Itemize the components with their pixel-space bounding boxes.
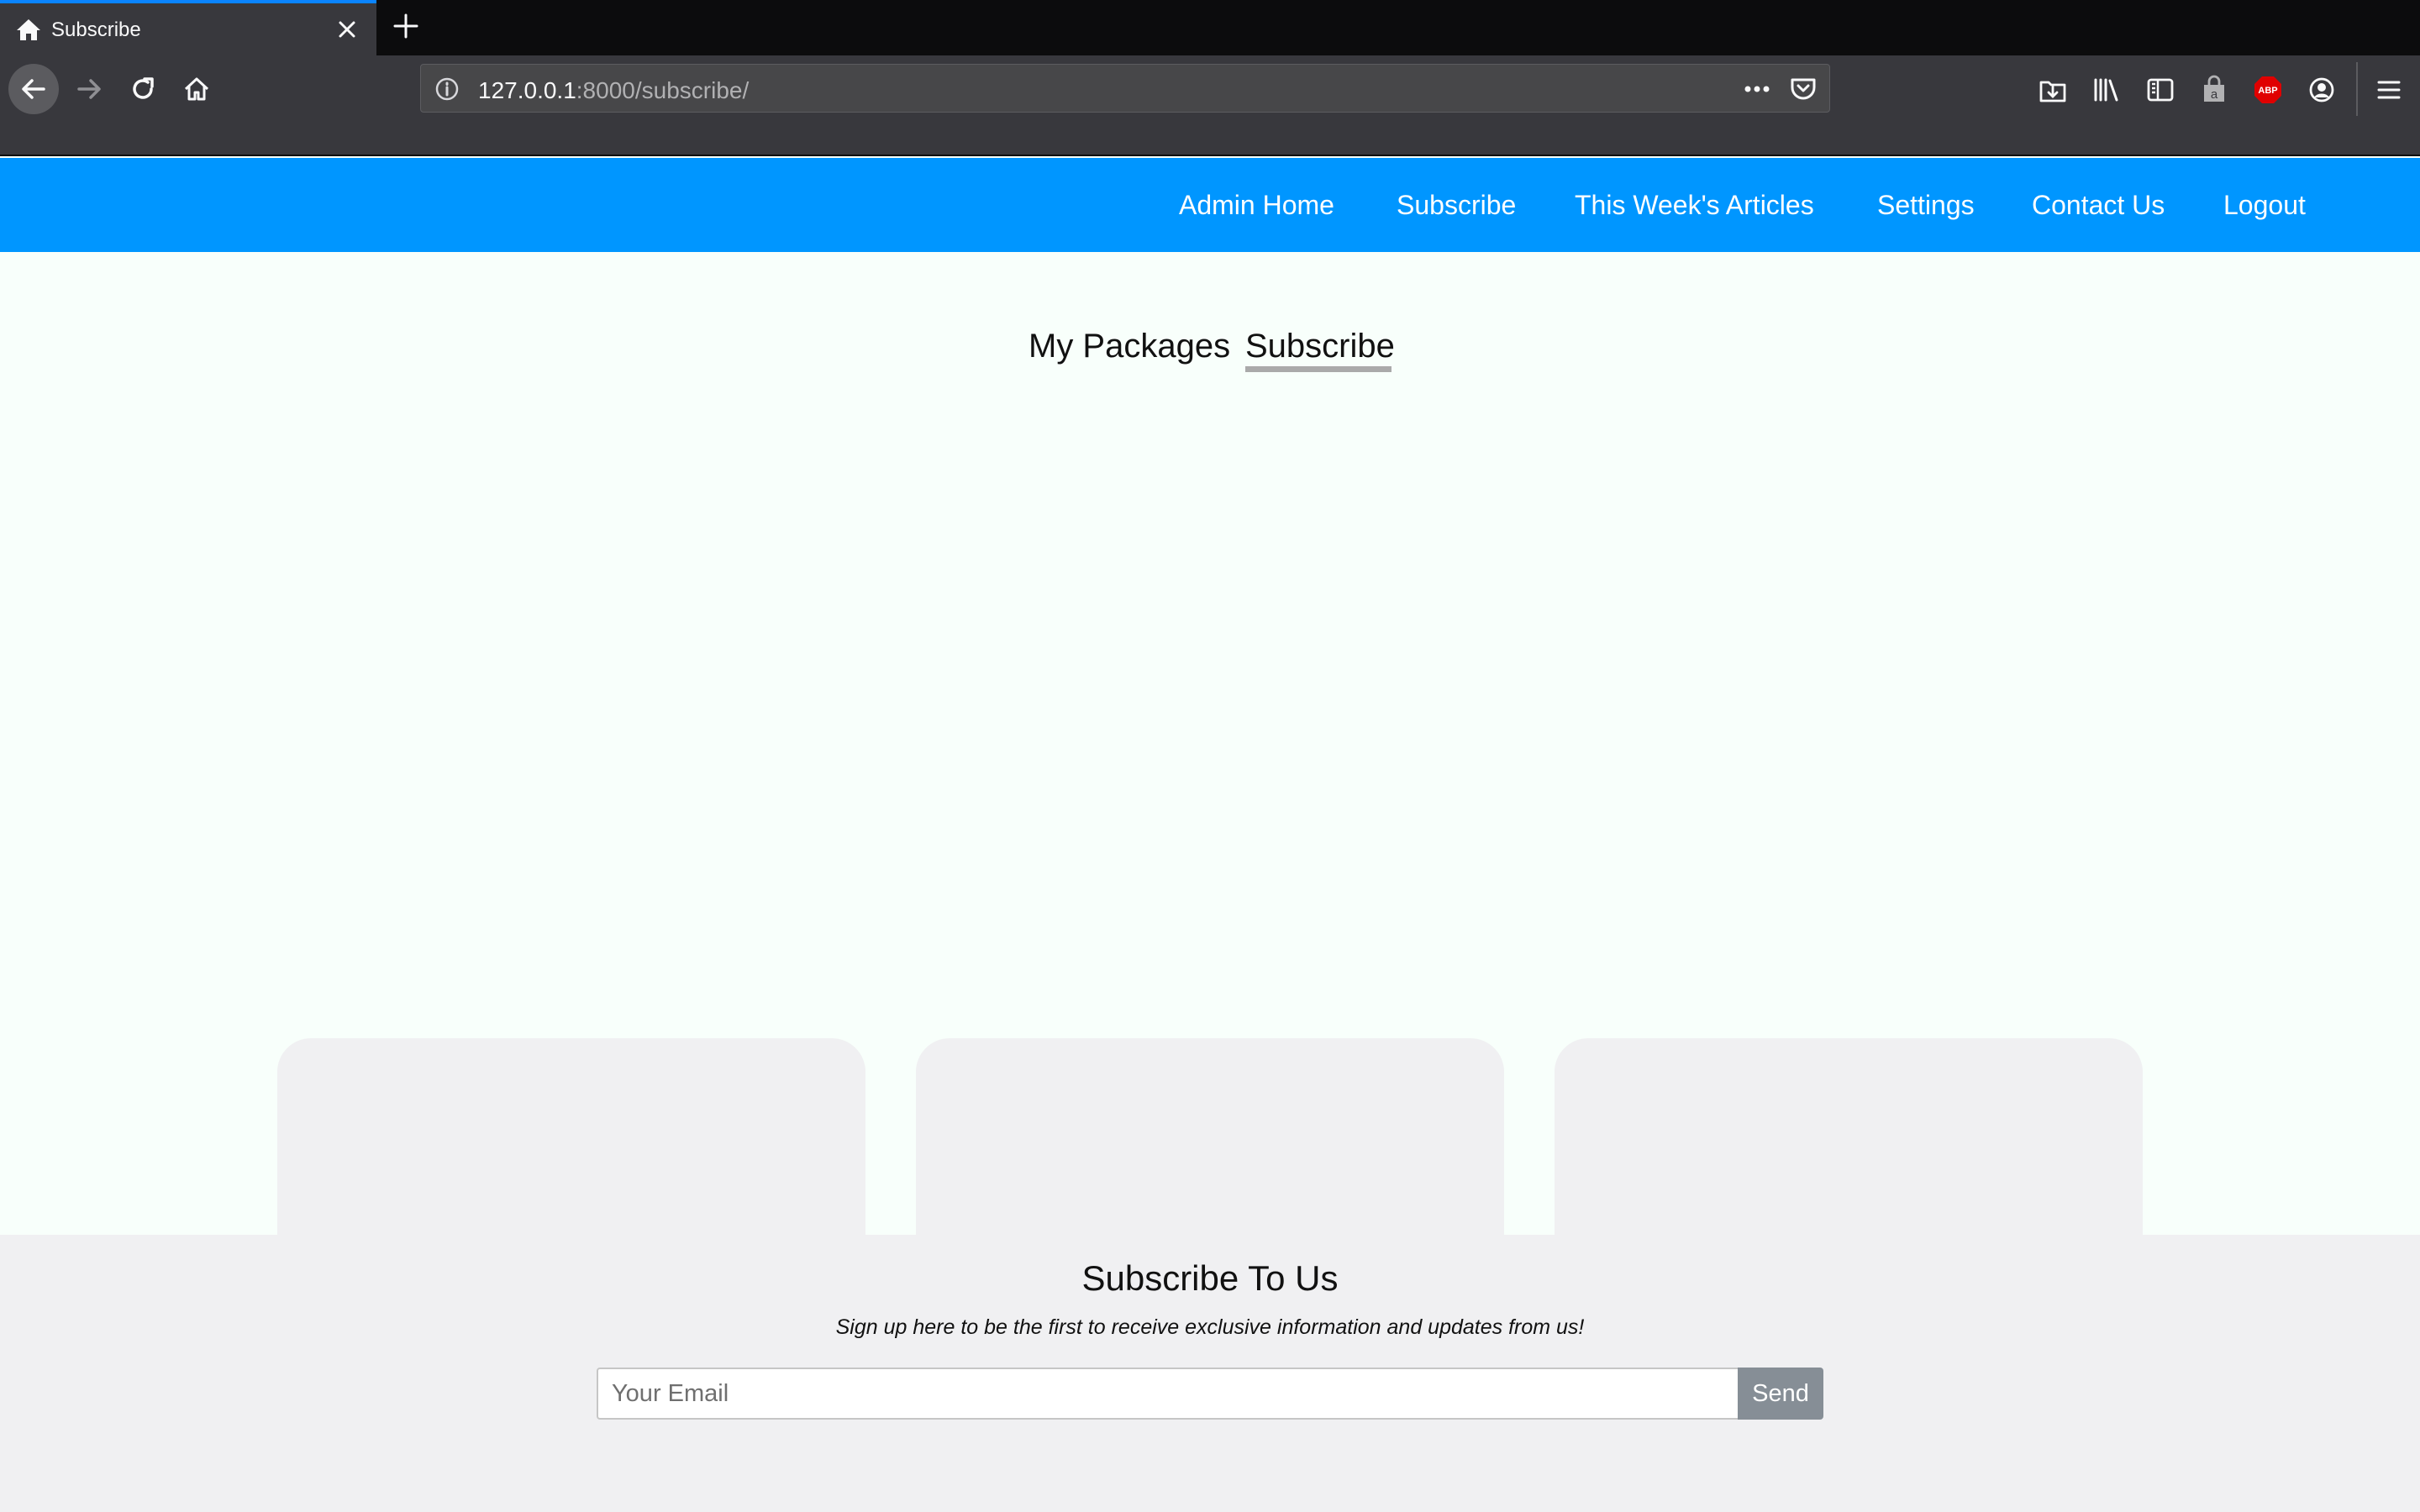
sidebar-icon[interactable] [2144,74,2176,106]
svg-text:a: a [2211,87,2218,102]
amazon-icon[interactable]: a [2198,74,2230,106]
package-card [1555,1038,2143,1240]
email-field[interactable] [597,1368,1739,1420]
arrow-right-icon [77,79,101,99]
adblock-plus-label: ABP [2258,86,2277,96]
adblock-plus-icon[interactable]: ABP [2252,74,2284,106]
tab-title: Subscribe [51,18,141,41]
url-host: 127.0.0.1 [478,77,576,103]
tab-my-packages[interactable]: My Packages [1028,328,1230,365]
menu-icon[interactable] [2373,74,2405,106]
account-icon[interactable] [2306,74,2338,106]
url-path: :8000/subscribe/ [576,77,750,103]
url-bar[interactable]: 127.0.0.1:8000/subscribe/ [420,64,1830,113]
url-text[interactable]: 127.0.0.1:8000/subscribe/ [478,77,749,104]
subscribe-footer: Subscribe To Us Sign up here to be the f… [0,1235,2420,1512]
nav-subscribe[interactable]: Subscribe [1397,190,1516,221]
nav-this-weeks-articles[interactable]: This Week's Articles [1575,190,1814,221]
package-card [916,1038,1504,1240]
reload-button[interactable] [118,64,168,114]
toolbar-separator [2356,62,2358,116]
close-tab-icon[interactable] [334,17,360,42]
reload-icon [133,77,154,99]
active-tab-underline [1245,366,1392,372]
forward-button[interactable] [64,64,114,114]
home-icon [184,77,209,101]
downloads-icon[interactable] [2037,74,2069,106]
more-actions-icon[interactable] [1740,76,1774,102]
tab-subscribe[interactable]: Subscribe [1245,328,1395,365]
footer-subtitle: Sign up here to be the first to receive … [835,1315,1585,1339]
nav-logout[interactable]: Logout [2223,190,2306,221]
nav-admin-home[interactable]: Admin Home [1179,190,1334,221]
nav-contact-us[interactable]: Contact Us [2032,190,2165,221]
nav-settings[interactable]: Settings [1877,190,1975,221]
browser-toolbar: 127.0.0.1:8000/subscribe/ a ABP [0,55,2420,156]
arrow-left-icon [22,79,45,99]
new-tab-icon[interactable] [392,12,420,40]
send-button[interactable]: Send [1738,1368,1823,1420]
home-icon [17,19,40,40]
browser-tab-bar: Subscribe [0,0,2420,55]
library-icon[interactable] [2091,74,2123,106]
back-button[interactable] [8,64,59,114]
browser-tab-active[interactable]: Subscribe [0,0,376,55]
pocket-icon[interactable] [1789,75,1818,103]
site-navbar: Admin Home Subscribe This Week's Article… [0,158,2420,252]
home-button[interactable] [171,64,222,114]
footer-title: Subscribe To Us [1081,1258,1339,1298]
package-card [277,1038,865,1240]
info-icon[interactable] [434,76,460,102]
